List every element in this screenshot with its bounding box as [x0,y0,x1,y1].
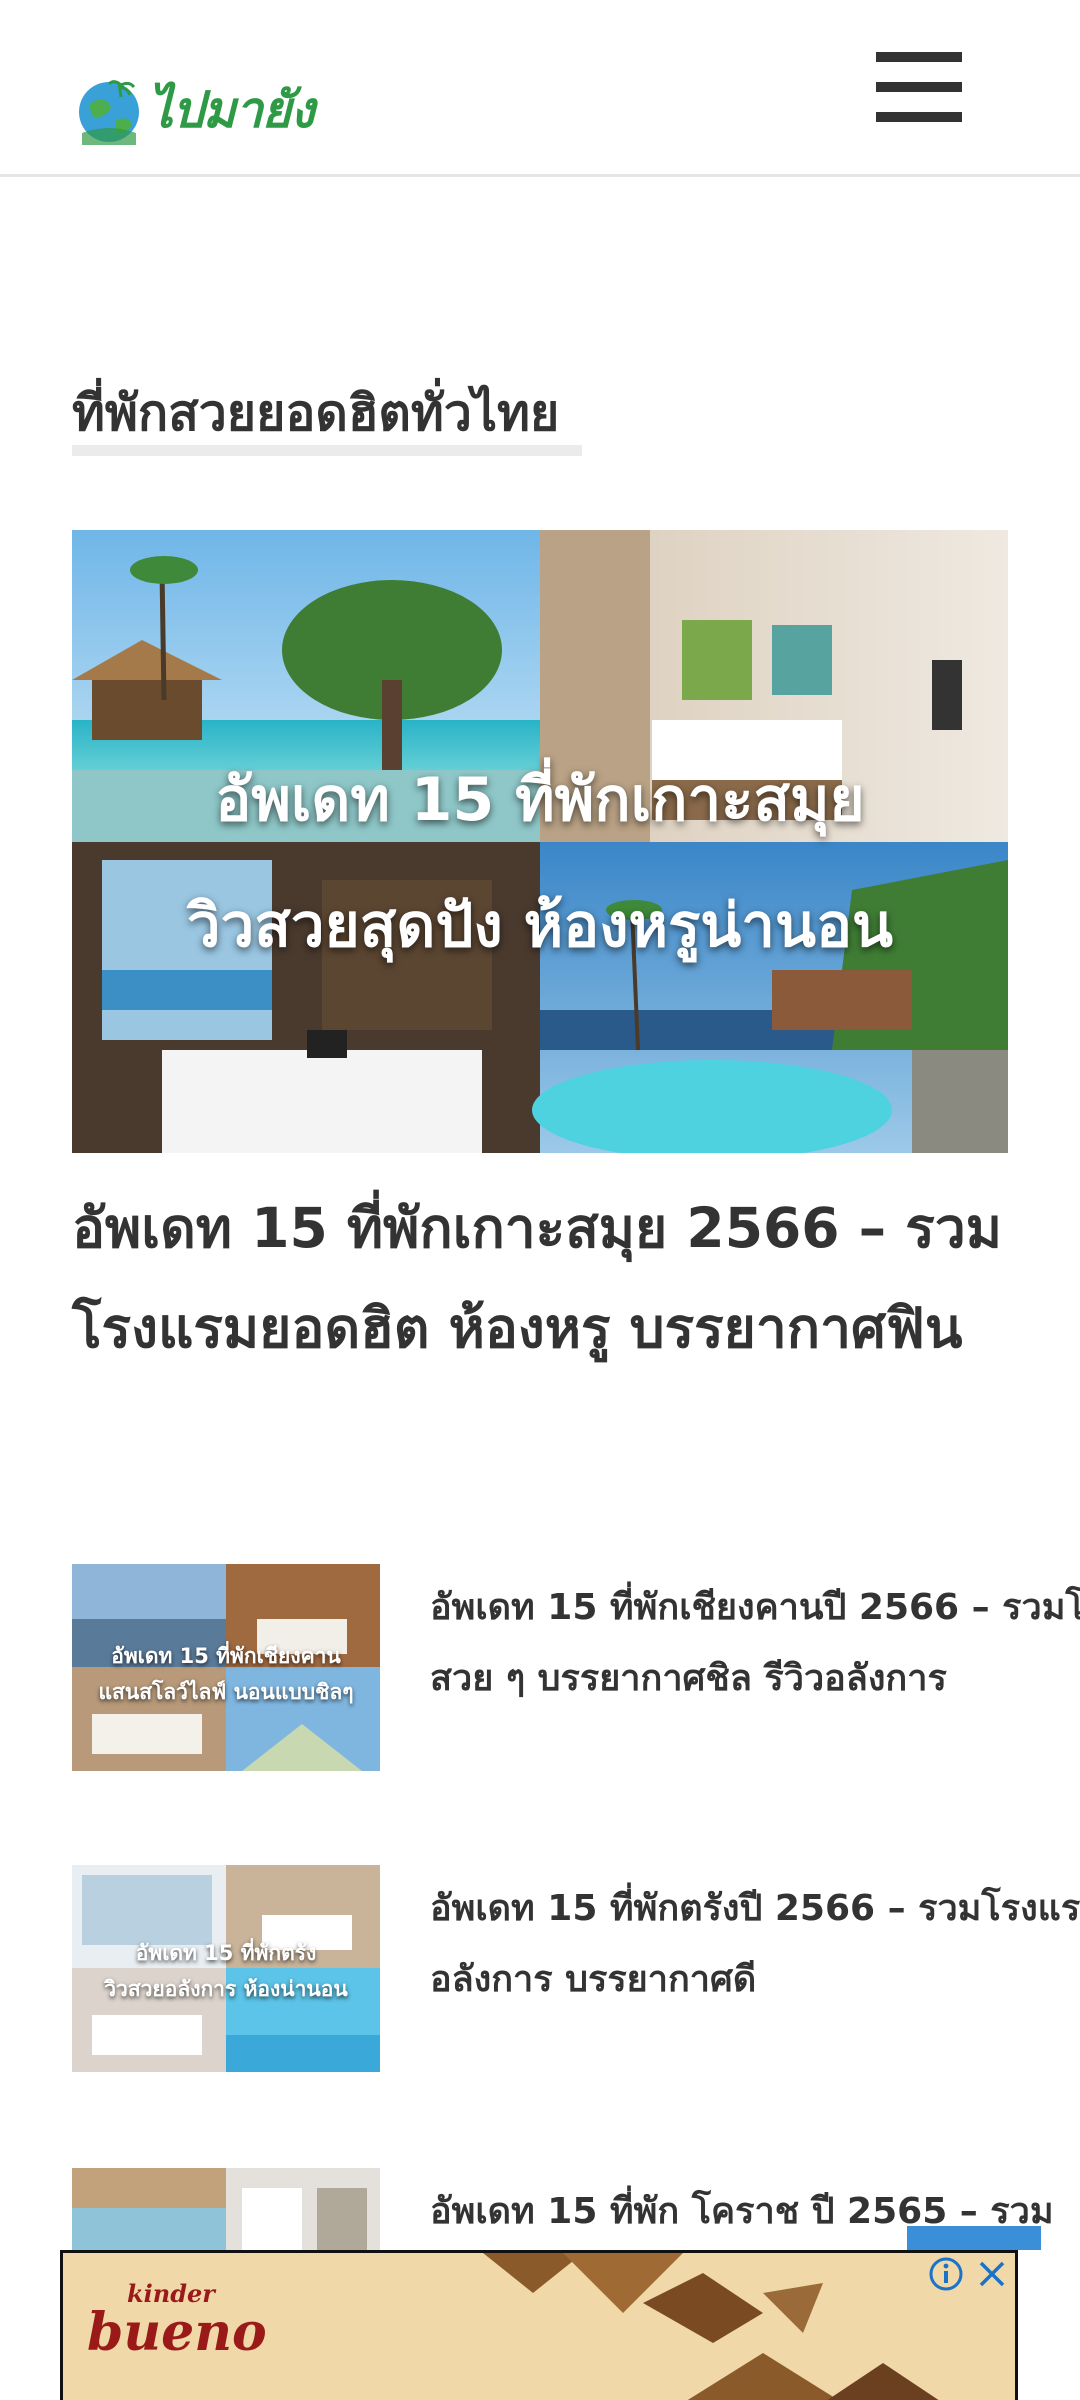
hero-image-overlay-line1: อัพเดท 15 ที่พักเกาะสมุย [215,765,865,835]
article-thumbnail[interactable]: อัพเดท 15 ที่พักเชียงคาน แสนสโลว์ไลฟ์ นอ… [72,1564,380,1771]
article-thumbnail-caption-line1: อัพเดท 15 ที่พักเชียงคาน [111,1644,341,1668]
article-title[interactable]: อัพเดท 15 ที่พักเชียงคานปี 2566 – รวมโรง… [430,1572,1080,1714]
ad-banner[interactable]: kinder bueno [60,2250,1018,2400]
menu-bar-icon [876,52,962,62]
hero-image[interactable]: อัพเดท 15 ที่พักเกาะสมุย วิวสวยสุดปัง ห้… [72,530,1008,1153]
section-underline [72,445,582,456]
info-icon[interactable] [927,2255,965,2293]
site-logo[interactable]: ไปมายัง [74,72,315,148]
ad-brand-large: bueno [87,2302,267,2363]
logo-text: ไปมายัง [148,80,315,139]
article-list-item[interactable]: อัพเดท 15 ที่พักเชียงคาน แสนสโลว์ไลฟ์ นอ… [72,1564,1080,1774]
article-title[interactable]: อัพเดท 15 ที่พักตรังปี 2566 – รวมโรงแรมว… [430,1873,1080,2015]
article-thumbnail-caption-line2: วิวสวยอลังการ ห้องน่านอน [104,1977,348,2001]
ad-brand-logo: kinder bueno [87,2279,267,2363]
article-list-item[interactable]: อัพเดท 15 ที่พักตรัง วิวสวยอลังการ ห้องน… [72,1865,1080,2075]
article-thumbnail-caption-line1: อัพเดท 15 ที่พักตรัง [135,1941,317,1965]
hero-image-overlay-line2: วิวสวยสุดปัง ห้องหรูน่านอน [186,891,894,961]
article-thumbnail-caption-line2: แสนสโลว์ไลฟ์ นอนแบบชิลๆ [98,1680,354,1704]
article-thumbnail[interactable]: อัพเดท 15 ที่พักตรัง วิวสวยอลังการ ห้องน… [72,1865,380,2072]
section-title: ที่พักสวยยอดฮิตทั่วไทย [72,384,560,442]
scroll-to-top-button[interactable] [907,2226,1041,2250]
info-icon [929,2257,963,2291]
close-icon [979,2261,1005,2287]
close-icon[interactable] [973,2255,1011,2293]
hero-article-title[interactable]: อัพเดท 15 ที่พักเกาะสมุย 2566 – รวมโรงแร… [72,1178,1032,1378]
globe-logo-icon [79,80,139,145]
menu-bar-icon [876,82,962,92]
site-header: ไปมายัง [0,0,1080,177]
page: ไปมายัง ที่พักสวยยอดฮิตทั่วไทย อัพเดท 15… [0,0,1080,2400]
hamburger-menu-button[interactable] [876,52,964,122]
menu-bar-icon [876,112,962,122]
